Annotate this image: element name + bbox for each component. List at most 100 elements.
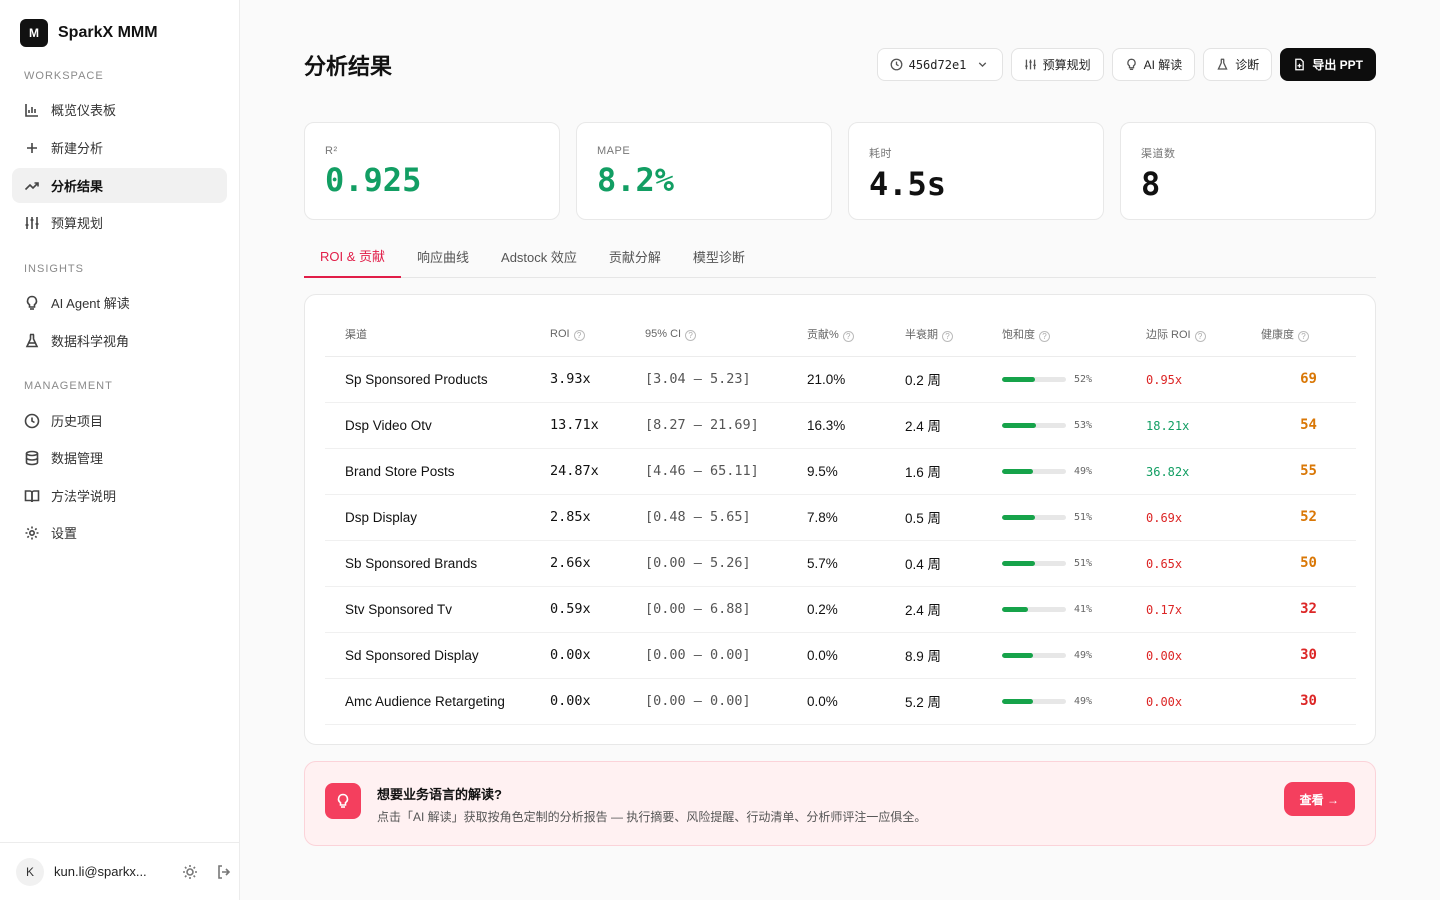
help-icon[interactable]: ? xyxy=(1194,331,1206,343)
table-row[interactable]: Sb Sponsored Brands 2.66x [0.00 – 5.26] 5.7… xyxy=(325,540,1356,587)
help-icon[interactable]: ? xyxy=(1298,331,1309,343)
table-row[interactable]: Dsp Display 2.85x [0.48 – 5.65] 7.8% 0.5 周 51… xyxy=(325,494,1356,541)
cell-ci: [0.00 – 6.88] xyxy=(645,586,807,633)
cell-health: 50 xyxy=(1261,540,1356,587)
saturation-value: 51% xyxy=(1074,557,1093,569)
table-row[interactable]: Brand Store Posts 24.87x [4.46 – 65.11] 9.5… xyxy=(325,448,1356,495)
cell-contribution: 9.5% xyxy=(807,448,905,495)
column-header-roi: ROI? xyxy=(550,313,645,357)
cell-ci: [3.04 – 5.23] xyxy=(645,356,807,403)
cell-ci: [0.00 – 0.00] xyxy=(645,678,807,725)
column-header-health: 健康度? xyxy=(1261,313,1356,357)
table-row[interactable]: Amc Audience Retargeting 0.00x [0.00 – 0.0… xyxy=(325,678,1356,725)
cell-saturation: 51% xyxy=(1002,540,1146,587)
diagnose-button[interactable]: 诊断 xyxy=(1203,48,1273,81)
user-footer: K kun.li@sparkx... xyxy=(0,842,239,900)
cell-ci: [8.27 – 21.69] xyxy=(645,402,807,449)
marginal-roi-value: 0.65x xyxy=(1146,556,1183,571)
cell-health: 30 xyxy=(1261,678,1356,725)
sidebar-item-label: 分析结果 xyxy=(51,179,104,194)
sidebar-item-ai-agent[interactable]: AI Agent 解读 xyxy=(12,285,227,320)
cell-half-life: 2.4 周 xyxy=(905,586,1002,633)
tab-adstock[interactable]: Adstock 效应 xyxy=(485,234,593,278)
sidebar-item-settings[interactable]: 设置 xyxy=(12,515,227,550)
cell-channel: Dsp Video Otv xyxy=(325,402,550,449)
file-export-icon xyxy=(1295,58,1305,71)
sidebar-item-new-analysis[interactable]: 新建分析 xyxy=(12,130,227,165)
version-label: 456d72e1 xyxy=(908,57,967,72)
help-icon[interactable]: ? xyxy=(685,329,697,341)
help-icon[interactable]: ? xyxy=(842,331,854,343)
sidebar-item-label: 方法学说明 xyxy=(51,489,117,504)
saturation-fill xyxy=(1002,652,1034,658)
logout-icon[interactable] xyxy=(216,864,232,880)
sidebar-item-label: 数据管理 xyxy=(51,451,104,466)
ai-interpret-label: AI 解读 xyxy=(1143,58,1183,72)
brand-logo: M xyxy=(20,19,48,47)
cell-contribution: 21.0% xyxy=(807,356,905,403)
cell-saturation: 51% xyxy=(1002,494,1146,541)
table-row[interactable]: Dsp Video Otv 13.71x [8.27 – 21.69] 16.3% 2.… xyxy=(325,402,1356,449)
cell-saturation: 52% xyxy=(1002,356,1146,403)
banner-title: 想要业务语言的解读? xyxy=(377,787,502,802)
sidebar: M SparkX MMM WORKSPACE 概览仪表板 新建分析 分析结果 预… xyxy=(0,0,240,900)
sidebar-item-results[interactable]: 分析结果 xyxy=(12,168,227,203)
lightbulb-icon xyxy=(26,295,38,310)
lightbulb-icon xyxy=(1126,58,1136,71)
saturation-value: 51% xyxy=(1074,511,1093,523)
cell-channel: Sd Sponsored Display xyxy=(325,632,550,679)
cell-half-life: 8.9 周 xyxy=(905,632,1002,679)
table-row[interactable]: Sp Sponsored Products 3.93x [3.04 – 5.23] 2… xyxy=(325,356,1356,403)
sidebar-item-history[interactable]: 历史项目 xyxy=(12,403,227,438)
flask-icon xyxy=(25,333,39,347)
version-select[interactable]: 456d72e1 xyxy=(876,48,1003,81)
user-email[interactable]: kun.li@sparkx... xyxy=(54,864,158,879)
column-header-marginal-roi: 边际 ROI? xyxy=(1146,313,1261,357)
sidebar-item-label: 概览仪表板 xyxy=(51,103,117,118)
tab-decomposition[interactable]: 贡献分解 xyxy=(593,234,677,278)
sidebar-item-budget[interactable]: 预算规划 xyxy=(12,205,227,240)
cell-channel: Brand Store Posts xyxy=(325,448,550,495)
cell-roi: 24.87x xyxy=(550,448,645,495)
cell-contribution: 5.7% xyxy=(807,540,905,587)
table-row[interactable]: Sd Sponsored Display 0.00x [0.00 – 0.00] 0.… xyxy=(325,632,1356,679)
metric-label: 渠道数 xyxy=(1141,148,1176,160)
view-button[interactable]: 查看 → xyxy=(1283,782,1355,816)
help-icon[interactable]: ? xyxy=(573,329,585,341)
saturation-value: 53% xyxy=(1074,419,1093,431)
saturation-fill xyxy=(1002,376,1036,382)
help-icon[interactable]: ? xyxy=(1039,331,1050,343)
metric-value: 8.2% xyxy=(597,161,675,199)
tab-diagnostics[interactable]: 模型诊断 xyxy=(677,234,761,278)
sidebar-item-data[interactable]: 数据管理 xyxy=(12,440,227,475)
sun-icon[interactable] xyxy=(182,864,198,880)
flask-icon xyxy=(1217,58,1228,70)
lightbulb-icon xyxy=(325,783,361,819)
cell-contribution: 7.8% xyxy=(807,494,905,541)
cell-channel: Sb Sponsored Brands xyxy=(325,540,550,587)
cell-health: 69 xyxy=(1261,356,1356,403)
sidebar-item-dashboard[interactable]: 概览仪表板 xyxy=(12,92,227,127)
ai-interpret-button[interactable]: AI 解读 xyxy=(1111,48,1196,81)
budget-button[interactable]: 预算规划 xyxy=(1010,48,1104,81)
sidebar-item-label: 设置 xyxy=(51,526,78,541)
sidebar-item-data-science[interactable]: 数据科学视角 xyxy=(12,323,227,358)
metric-value: 8 xyxy=(1141,165,1161,203)
export-ppt-button[interactable]: 导出 PPT xyxy=(1280,48,1376,81)
cell-roi: 0.59x xyxy=(550,586,645,633)
cell-half-life: 0.5 周 xyxy=(905,494,1002,541)
cell-channel: Amc Audience Retargeting xyxy=(325,678,550,725)
saturation-bar xyxy=(1002,606,1066,612)
brand[interactable]: M SparkX MMM xyxy=(20,19,158,47)
metric-label: R² xyxy=(325,145,338,157)
table-row[interactable]: Stv Sponsored Tv 0.59x [0.00 – 6.88] 0.2% 2.… xyxy=(325,586,1356,633)
tab-roi-contribution[interactable]: ROI & 贡献 xyxy=(304,234,402,278)
saturation-bar xyxy=(1002,560,1066,566)
metric-card-r2: R² 0.925 xyxy=(304,122,560,220)
help-icon[interactable]: ? xyxy=(942,331,953,343)
avatar[interactable]: K xyxy=(16,857,44,886)
sidebar-item-methodology[interactable]: 方法学说明 xyxy=(12,478,227,513)
marginal-roi-value: 0.17x xyxy=(1146,602,1183,617)
cell-roi: 2.66x xyxy=(550,540,645,587)
tab-response-curve[interactable]: 响应曲线 xyxy=(401,234,485,278)
